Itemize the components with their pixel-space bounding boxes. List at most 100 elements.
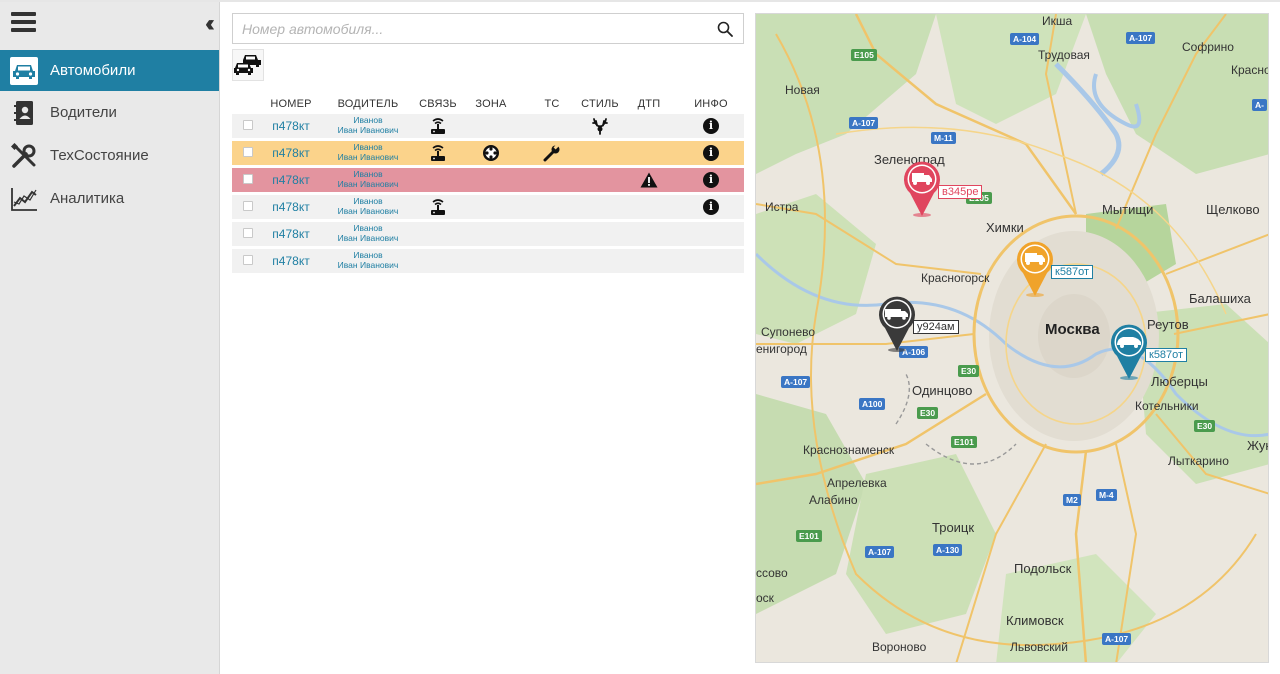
cars-icon bbox=[234, 55, 261, 75]
table-row[interactable]: п478кт Иванов Иван Иванович bbox=[232, 222, 744, 246]
sidebar-item-label: Автомобили bbox=[50, 62, 136, 79]
map-city-label: Красногорск bbox=[921, 271, 990, 285]
vehicles-table: НОМЕР ВОДИТЕЛЬ СВЯЗЬ ЗОНА ТС СТИЛЬ ДТП И… bbox=[232, 94, 744, 276]
sidebar-item-analytics[interactable]: Аналитика bbox=[0, 177, 219, 220]
vehicles-panel: НОМЕР ВОДИТЕЛЬ СВЯЗЬ ЗОНА ТС СТИЛЬ ДТП И… bbox=[232, 13, 744, 276]
sidebar-item-techstatus[interactable]: ТехСостояние bbox=[0, 134, 219, 177]
column-header-vehicle-state[interactable]: ТС bbox=[524, 97, 580, 111]
map-city-label: Истра bbox=[765, 200, 799, 214]
map-city-label: Троицк bbox=[932, 520, 975, 535]
zone-target-icon bbox=[483, 145, 499, 161]
vehicle-marker-blue[interactable] bbox=[1109, 322, 1149, 380]
driver-full-name: Иван Иванович bbox=[337, 124, 399, 135]
plate-number[interactable]: п478кт bbox=[272, 200, 309, 214]
table-row[interactable]: п478кт Иванов Иван Иванович i bbox=[232, 114, 744, 138]
driver-name[interactable]: Иванов Иван Иванович bbox=[338, 143, 399, 162]
plate-number[interactable]: п478кт bbox=[272, 173, 309, 187]
column-header-driver[interactable]: ВОДИТЕЛЬ bbox=[318, 97, 418, 111]
map-background bbox=[756, 14, 1268, 662]
warning-triangle-icon bbox=[640, 172, 658, 188]
search-input[interactable] bbox=[233, 14, 743, 43]
sidebar-item-vehicles[interactable]: Автомобили bbox=[0, 50, 219, 91]
map-city-label: Жуков bbox=[1247, 438, 1268, 453]
map-city-label: Трудовая bbox=[1038, 48, 1090, 62]
map-city-label: Алабино bbox=[809, 493, 858, 507]
driver-full-name: Иван Иванович bbox=[337, 259, 399, 270]
info-icon[interactable]: i bbox=[703, 199, 719, 215]
vehicle-plate-label[interactable]: в345ре bbox=[938, 185, 983, 199]
vehicle-type-filter-button[interactable] bbox=[232, 49, 264, 81]
column-header-accident[interactable]: ДТП bbox=[620, 97, 678, 111]
table-header-row: НОМЕР ВОДИТЕЛЬ СВЯЗЬ ЗОНА ТС СТИЛЬ ДТП И… bbox=[232, 97, 744, 111]
column-header-number[interactable]: НОМЕР bbox=[264, 97, 318, 111]
info-icon[interactable]: i bbox=[703, 172, 719, 188]
driver-last-name: Иванов bbox=[353, 250, 383, 261]
table-row[interactable]: п478кт Иванов Иван Иванович i bbox=[232, 141, 744, 165]
plate-number[interactable]: п478кт bbox=[272, 119, 309, 133]
sidebar-item-label: Водители bbox=[50, 104, 117, 121]
driver-name[interactable]: Иванов Иван Иванович bbox=[338, 224, 399, 243]
driver-name[interactable]: Иванов Иван Иванович bbox=[338, 197, 399, 216]
row-checkbox[interactable] bbox=[243, 119, 253, 130]
map-city-label: Софрино bbox=[1182, 40, 1234, 54]
map-city-label: оск bbox=[756, 591, 774, 605]
map-city-label: Одинцово bbox=[912, 383, 973, 398]
vehicle-plate-label[interactable]: к587от bbox=[1145, 348, 1188, 362]
map-city-label: Котельники bbox=[1135, 399, 1199, 413]
column-header-style[interactable]: СТИЛЬ bbox=[580, 97, 620, 111]
driver-last-name: Иванов bbox=[353, 142, 383, 153]
antlers-icon bbox=[592, 118, 608, 135]
driver-name[interactable]: Иванов Иван Иванович bbox=[338, 170, 399, 189]
row-checkbox[interactable] bbox=[243, 227, 253, 238]
table-row[interactable]: п478кт Иванов Иван Иванович bbox=[232, 249, 744, 273]
road-shield: A-104 bbox=[1010, 33, 1040, 45]
road-shield: A-107 bbox=[865, 546, 895, 558]
info-icon[interactable]: i bbox=[703, 118, 719, 134]
plate-number[interactable]: п478кт bbox=[272, 254, 309, 268]
plate-number[interactable]: п478кт bbox=[272, 227, 309, 241]
row-checkbox[interactable] bbox=[243, 200, 253, 211]
plate-number[interactable]: п478кт bbox=[272, 146, 309, 160]
driver-full-name: Иван Иванович bbox=[337, 151, 399, 162]
collapse-sidebar-icon[interactable]: ‹‹ bbox=[205, 10, 215, 38]
map-city-label: Вороново bbox=[872, 640, 927, 654]
map-city-label: Химки bbox=[986, 220, 1024, 235]
sidebar-header: ‹‹ bbox=[0, 2, 219, 48]
table-row[interactable]: п478кт Иванов Иван Иванович i bbox=[232, 195, 744, 219]
sidebar-item-drivers[interactable]: Водители bbox=[0, 91, 219, 134]
vehicle-marker-red[interactable] bbox=[902, 159, 942, 217]
router-icon bbox=[431, 199, 445, 215]
map-city-label: Балашиха bbox=[1189, 291, 1251, 306]
road-shield: E105 bbox=[851, 49, 877, 61]
row-checkbox[interactable] bbox=[243, 254, 253, 265]
column-header-zone[interactable]: ЗОНА bbox=[458, 97, 524, 111]
road-shield: A-107 bbox=[781, 376, 811, 388]
chart-line-icon bbox=[10, 185, 38, 213]
road-shield: A- bbox=[1252, 99, 1267, 111]
road-shield: E101 bbox=[951, 436, 977, 448]
row-checkbox[interactable] bbox=[243, 173, 253, 184]
map-city-label: Подольск bbox=[1014, 561, 1072, 576]
vehicle-marker-orange[interactable] bbox=[1015, 239, 1055, 297]
column-header-info[interactable]: ИНФО bbox=[678, 97, 744, 111]
wrench-screwdriver-icon bbox=[10, 142, 38, 170]
menu-icon[interactable] bbox=[11, 12, 36, 34]
table-row[interactable]: п478кт Иванов Иван Иванович i bbox=[232, 168, 744, 192]
road-shield: A-107 bbox=[849, 117, 879, 129]
row-checkbox[interactable] bbox=[243, 146, 253, 157]
sidebar-item-label: ТехСостояние bbox=[50, 147, 149, 164]
column-header-connection[interactable]: СВЯЗЬ bbox=[418, 97, 458, 111]
road-shield: A-107 bbox=[1102, 633, 1132, 645]
road-shield: A-107 bbox=[1126, 32, 1156, 44]
road-shield: M2 bbox=[1063, 494, 1081, 506]
info-icon[interactable]: i bbox=[703, 145, 719, 161]
driver-name[interactable]: Иванов Иван Иванович bbox=[338, 251, 399, 270]
map-city-label: Супонево bbox=[761, 325, 816, 339]
vehicle-marker-black[interactable] bbox=[877, 294, 917, 352]
search-icon[interactable] bbox=[717, 21, 733, 37]
map-city-label: Мытищи bbox=[1102, 202, 1154, 217]
vehicle-plate-label[interactable]: к587от bbox=[1051, 265, 1094, 279]
map-view[interactable]: Зеленоград Химки Мытищи Щелково Красного… bbox=[755, 13, 1269, 663]
vehicle-plate-label[interactable]: у924ам bbox=[913, 320, 959, 334]
driver-name[interactable]: Иванов Иван Иванович bbox=[338, 116, 399, 135]
